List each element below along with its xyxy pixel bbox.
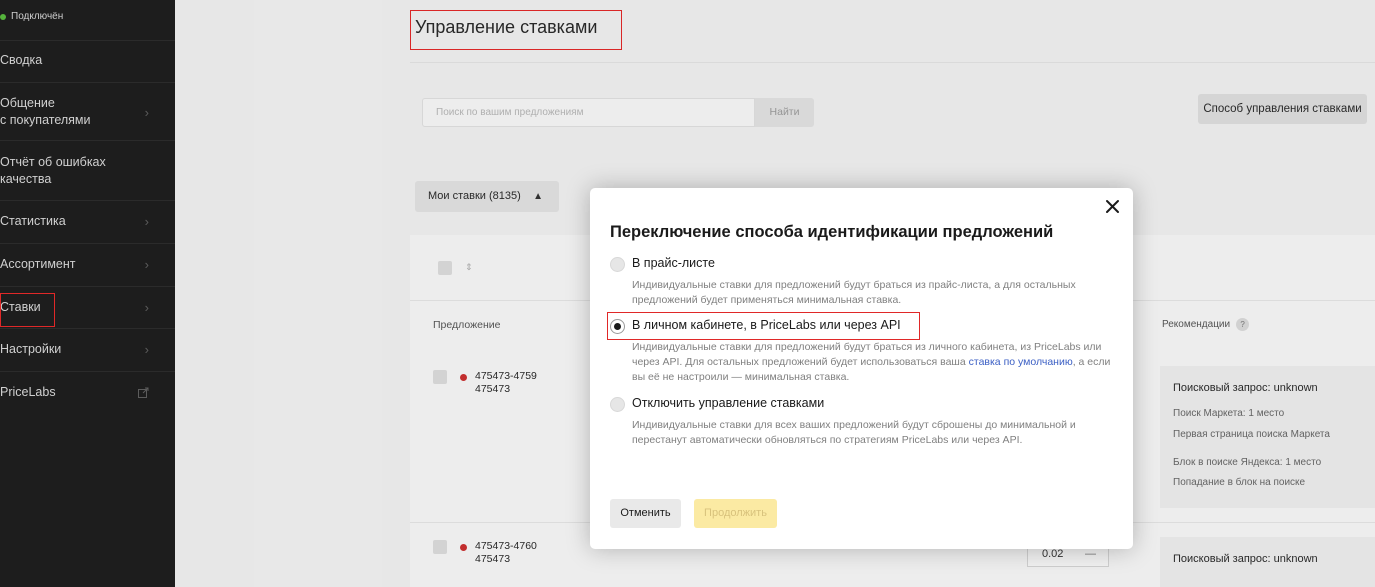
sidebar-item-label: Общение с покупателями bbox=[0, 96, 91, 127]
connection-status: Подключён bbox=[0, 11, 63, 22]
status-label: Подключён bbox=[11, 11, 64, 22]
divider bbox=[0, 328, 175, 329]
divider bbox=[0, 200, 175, 201]
continue-button[interactable]: Продолжить bbox=[694, 499, 777, 528]
external-link-icon bbox=[138, 387, 149, 398]
sidebar-item-label: Отчёт об ошибках качества bbox=[0, 155, 106, 186]
sidebar-item-statistics[interactable]: Статистика › bbox=[0, 213, 175, 230]
sidebar-item-label: Настройки bbox=[0, 342, 62, 356]
option-description: Индивидуальные ставки для предложений бу… bbox=[632, 279, 1076, 306]
sidebar-item-quality-report[interactable]: Отчёт об ошибках качества bbox=[0, 154, 175, 188]
chevron-right-icon: › bbox=[144, 342, 149, 357]
sidebar: Подключён Сводка Общение с покупателями … bbox=[0, 0, 175, 587]
divider bbox=[0, 286, 175, 287]
bids-highlight-frame bbox=[0, 293, 55, 327]
default-bid-link[interactable]: ставка по умолчанию bbox=[969, 356, 1073, 368]
status-dot-icon bbox=[0, 13, 6, 20]
divider bbox=[0, 82, 175, 83]
sidebar-item-assortment[interactable]: Ассортимент › bbox=[0, 256, 175, 273]
radio-disable-bids[interactable] bbox=[610, 397, 625, 412]
divider bbox=[0, 243, 175, 244]
switch-identification-dialog: Переключение способа идентификации предл… bbox=[590, 188, 1133, 549]
option-label: Отключить управление ставками bbox=[632, 396, 825, 410]
sidebar-item-label: Статистика bbox=[0, 214, 66, 228]
cancel-button[interactable]: Отменить bbox=[610, 499, 681, 528]
sidebar-item-summary[interactable]: Сводка bbox=[0, 52, 175, 69]
sidebar-item-pricelabs[interactable]: PriceLabs bbox=[0, 384, 175, 401]
chevron-right-icon: › bbox=[144, 257, 149, 272]
sidebar-item-label: Сводка bbox=[0, 53, 43, 67]
divider bbox=[0, 371, 175, 372]
chevron-right-icon: › bbox=[144, 300, 149, 315]
api-option-highlight-frame bbox=[607, 312, 920, 340]
dialog-title: Переключение способа идентификации предл… bbox=[610, 223, 1054, 241]
sidebar-item-label: Ассортимент bbox=[0, 257, 76, 271]
sidebar-item-settings[interactable]: Настройки › bbox=[0, 341, 175, 358]
chevron-right-icon: › bbox=[144, 104, 149, 120]
chevron-right-icon: › bbox=[144, 214, 149, 229]
divider bbox=[0, 140, 175, 141]
option-description: Индивидуальные ставки для предложений бу… bbox=[632, 340, 1112, 385]
sidebar-item-label: PriceLabs bbox=[0, 385, 56, 399]
option-description: Индивидуальные ставки для всех ваших пре… bbox=[632, 419, 1076, 446]
divider bbox=[0, 40, 175, 41]
sidebar-item-buyer-chat[interactable]: Общение с покупателями › bbox=[0, 95, 175, 129]
close-icon[interactable] bbox=[1104, 198, 1121, 215]
option-label: В прайс-листе bbox=[632, 256, 715, 270]
radio-price-list[interactable] bbox=[610, 257, 625, 272]
